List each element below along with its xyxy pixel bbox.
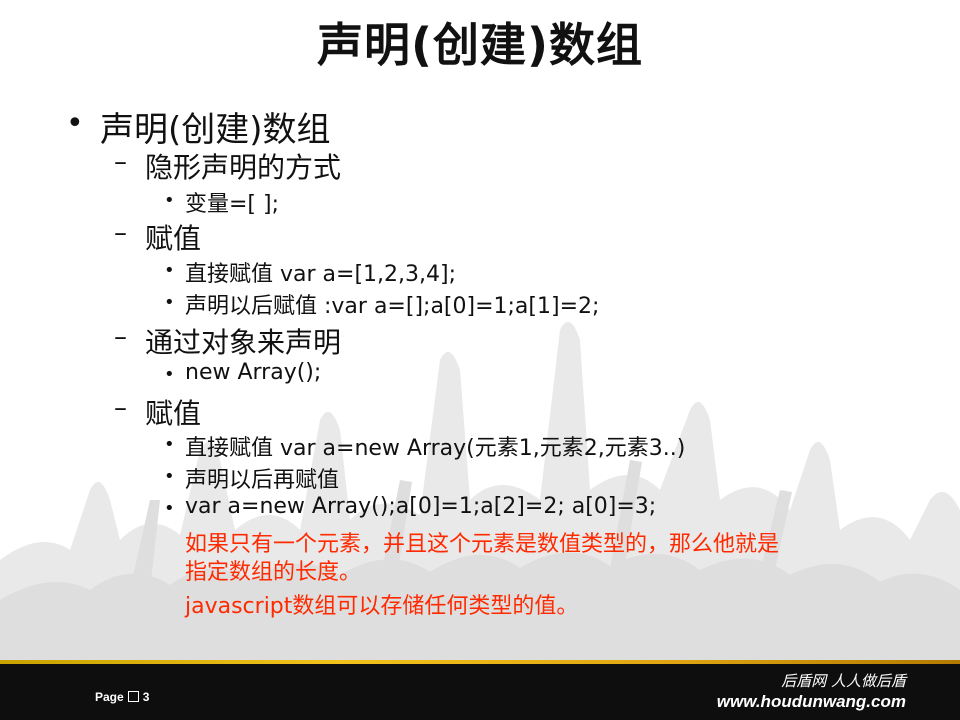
bullet-dot-icon: • bbox=[164, 292, 175, 313]
slide-body: • 声明(创建)数组 – 隐形声明的方式 • 变量=[ ]; – 赋值 • 直接… bbox=[0, 0, 960, 660]
page-number-label: Page 3 bbox=[95, 690, 149, 704]
bullet-dot-icon: • bbox=[164, 434, 175, 455]
bullet-dot-icon: • bbox=[164, 364, 175, 385]
bullet-level2: 通过对象来声明 bbox=[145, 326, 342, 359]
brand-slogan: 后盾网 人人做后盾 bbox=[781, 672, 906, 690]
brand-url: www.houdunwang.com bbox=[716, 692, 906, 711]
slide-footer: Page 3 后盾网 人人做后盾 www.houdunwang.com bbox=[0, 660, 960, 720]
bullet-dot-icon: • bbox=[164, 498, 175, 519]
dash-icon: – bbox=[114, 218, 127, 248]
dash-icon: – bbox=[114, 322, 127, 352]
bullet-dot-icon: • bbox=[164, 260, 175, 281]
note-text: javascript数组可以存储任何类型的值。 bbox=[185, 594, 579, 619]
bullet-level3: 声明以后再赋值 bbox=[185, 468, 340, 493]
bullet-dot-icon: • bbox=[164, 190, 175, 211]
page-prefix: Page bbox=[95, 690, 124, 704]
accent-stripe bbox=[0, 660, 960, 664]
bullet-dot-icon: • bbox=[66, 106, 84, 141]
note-text: 指定数组的长度。 bbox=[185, 560, 362, 585]
bullet-level3: 变量=[ ]; bbox=[185, 192, 280, 217]
bullet-level3: new Array(); bbox=[185, 360, 322, 385]
bullet-level3: var a=new Array();a[0]=1;a[2]=2; a[0]=3; bbox=[185, 494, 657, 519]
bullet-level1: 声明(创建)数组 bbox=[100, 110, 331, 150]
dash-icon: – bbox=[114, 147, 127, 177]
bullet-dot-icon: • bbox=[164, 466, 175, 487]
dash-icon: – bbox=[114, 393, 127, 423]
bullet-level2: 赋值 bbox=[145, 222, 202, 255]
bullet-level2: 隐形声明的方式 bbox=[145, 151, 342, 184]
bullet-level3: 直接赋值 var a=[1,2,3,4]; bbox=[185, 262, 456, 287]
bullet-level3: 声明以后赋值 :var a=[];a[0]=1;a[1]=2; bbox=[185, 294, 600, 319]
bullet-level2: 赋值 bbox=[145, 397, 202, 430]
page-number: 3 bbox=[142, 690, 150, 704]
page-box-icon bbox=[127, 691, 139, 702]
bullet-level3: 直接赋值 var a=new Array(元素1,元素2,元素3..) bbox=[185, 436, 686, 461]
